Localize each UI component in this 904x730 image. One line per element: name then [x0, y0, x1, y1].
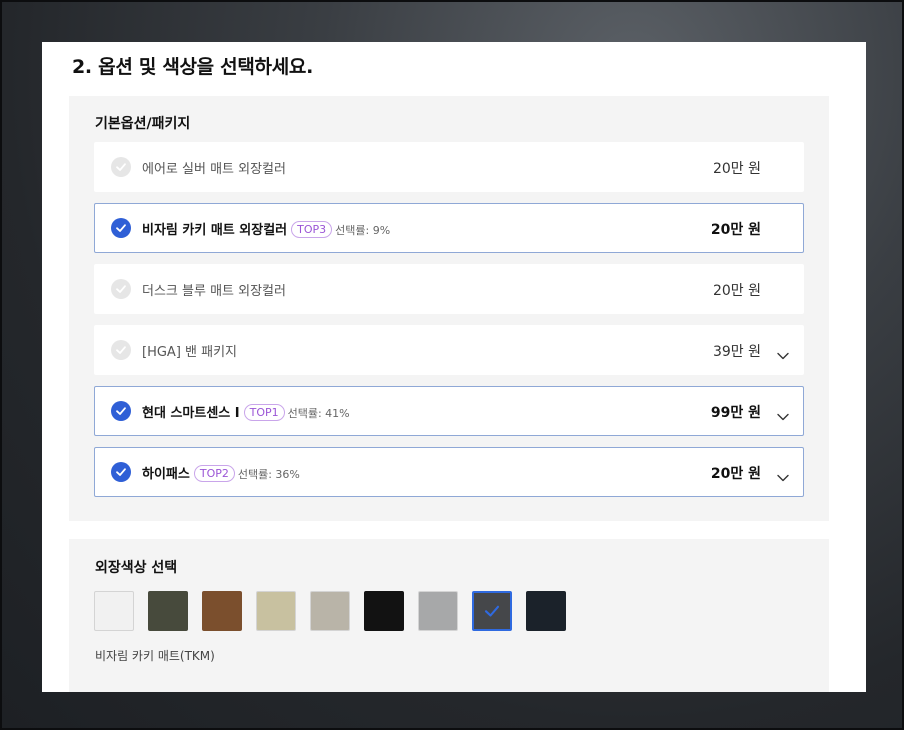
option-row[interactable]: 현대 스마트센스 I TOP1 선택률: 41% 99만 원	[94, 386, 804, 436]
selection-rate: 선택률: 36%	[237, 468, 300, 481]
option-price: 20만 원	[712, 283, 761, 299]
option-price: 99만 원	[710, 405, 761, 421]
option-price: 39만 원	[712, 344, 761, 360]
option-row[interactable]: 비자림 카키 매트 외장컬러 TOP3 선택률: 9% 20만 원	[94, 203, 804, 253]
check-icon[interactable]	[111, 401, 131, 421]
option-row[interactable]: 하이패스 TOP2 선택률: 36% 20만 원	[94, 447, 804, 497]
check-icon[interactable]	[111, 279, 131, 299]
option-name: [HGA] 밴 패키지	[142, 345, 237, 360]
color-box: 외장색상 선택 비자림 카키 매트(TKM)	[69, 539, 829, 692]
color-swatch[interactable]	[526, 591, 566, 631]
color-swatch[interactable]	[364, 591, 404, 631]
color-swatch[interactable]	[94, 591, 134, 631]
rank-badge: TOP2	[193, 465, 235, 482]
options-box: 기본옵션/패키지 에어로 실버 매트 외장컬러 20만 원 비자림 카키 매트 외장…	[69, 96, 829, 521]
rank-badge: TOP3	[291, 221, 333, 238]
option-name: 더스크 블루 매트 외장컬러	[142, 284, 286, 299]
option-name-group: 비자림 카키 매트 외장컬러 TOP3 선택률: 9%	[142, 219, 390, 238]
options-box-title: 기본옵션/패키지	[95, 116, 191, 132]
option-name-group: 하이패스 TOP2 선택률: 36%	[142, 463, 300, 482]
color-swatch[interactable]	[256, 591, 296, 631]
check-icon[interactable]	[111, 218, 131, 238]
section-title: 2. 옵션 및 색상을 선택하세요.	[72, 56, 313, 78]
check-icon[interactable]	[111, 157, 131, 177]
option-name: 하이패스	[142, 467, 190, 482]
rank-badge: TOP1	[243, 404, 285, 421]
check-icon[interactable]	[111, 462, 131, 482]
option-name-group: 현대 스마트센스 I TOP1 선택률: 41%	[142, 402, 350, 421]
color-swatch[interactable]	[148, 591, 188, 631]
color-swatch[interactable]	[310, 591, 350, 631]
option-name-group: 더스크 블루 매트 외장컬러	[142, 280, 286, 299]
option-row[interactable]: [HGA] 밴 패키지 39만 원	[94, 325, 804, 375]
color-box-title: 외장색상 선택	[95, 560, 178, 576]
option-row[interactable]: 에어로 실버 매트 외장컬러 20만 원	[94, 142, 804, 192]
option-name-group: [HGA] 밴 패키지	[142, 341, 237, 360]
chevron-down-icon[interactable]	[777, 345, 789, 360]
check-icon[interactable]	[111, 340, 131, 360]
option-price: 20만 원	[710, 466, 761, 482]
color-swatch[interactable]	[472, 591, 512, 631]
option-name: 비자림 카키 매트 외장컬러	[142, 223, 288, 238]
color-swatch[interactable]	[202, 591, 242, 631]
chevron-down-icon[interactable]	[777, 406, 789, 421]
options-panel: 2. 옵션 및 색상을 선택하세요. 기본옵션/패키지 에어로 실버 매트 외장…	[42, 42, 866, 692]
color-swatch[interactable]	[418, 591, 458, 631]
option-row[interactable]: 더스크 블루 매트 외장컬러 20만 원	[94, 264, 804, 314]
background-frame: 2. 옵션 및 색상을 선택하세요. 기본옵션/패키지 에어로 실버 매트 외장…	[0, 0, 904, 730]
option-name: 현대 스마트센스 I	[142, 406, 240, 421]
chevron-down-icon[interactable]	[777, 467, 789, 482]
selection-rate: 선택률: 41%	[287, 407, 350, 420]
selection-rate: 선택률: 9%	[335, 224, 391, 237]
option-name-group: 에어로 실버 매트 외장컬러	[142, 158, 286, 177]
option-price: 20만 원	[712, 161, 761, 177]
check-icon	[483, 602, 501, 620]
selected-color-name: 비자림 카키 매트(TKM)	[95, 649, 215, 663]
option-name: 에어로 실버 매트 외장컬러	[142, 162, 286, 177]
option-price: 20만 원	[710, 222, 761, 238]
